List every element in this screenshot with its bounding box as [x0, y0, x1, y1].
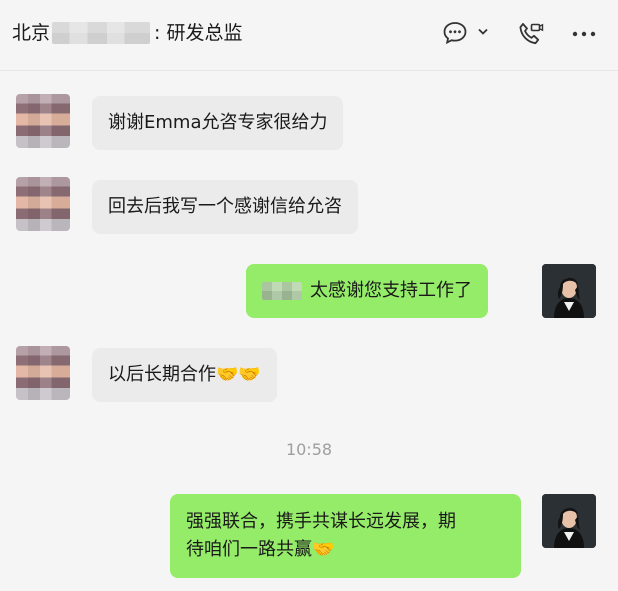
contact-avatar[interactable]: [16, 94, 70, 148]
chat-title-suffix: : 研发总监: [154, 22, 243, 44]
chat-title: 北京 : 研发总监: [12, 19, 242, 47]
contact-avatar[interactable]: [16, 346, 70, 400]
message-bubble[interactable]: 谢谢Emma允咨专家很给力: [92, 96, 344, 150]
message-bubble-self[interactable]: 太感谢您支持工作了: [246, 264, 488, 318]
self-avatar[interactable]: [542, 264, 596, 318]
message-text: 谢谢Emma允咨专家很给力: [108, 112, 328, 133]
message-timestamp: 10:58: [285, 440, 333, 459]
phone-video-icon[interactable]: [516, 20, 544, 48]
message-bubble[interactable]: 以后长期合作🤝🤝: [92, 348, 277, 402]
chat-title-prefix: 北京: [12, 22, 51, 44]
message-text: 回去后我写一个感谢信给允咨: [108, 196, 342, 217]
chevron-down-icon[interactable]: [477, 27, 489, 37]
message-bubble[interactable]: 回去后我写一个感谢信给允咨: [92, 180, 358, 234]
message-text: 太感谢您支持工作了: [310, 280, 472, 301]
portrait-icon: [542, 264, 596, 318]
redacted-name: [52, 22, 151, 44]
chat-bubble-icon[interactable]: [442, 20, 468, 46]
message-text: 以后长期合作🤝🤝: [108, 364, 261, 385]
message-text-line: 强强联合，携手共谋长远发展，期: [186, 511, 456, 532]
contact-avatar[interactable]: [16, 177, 70, 231]
message-text-line: 待咱们一路共赢🤝: [186, 539, 335, 560]
message-bubble-self[interactable]: 强强联合，携手共谋长远发展，期 待咱们一路共赢🤝: [170, 494, 521, 578]
chat-header: 北京 : 研发总监: [0, 0, 618, 71]
redacted-name: [262, 282, 302, 300]
portrait-icon: [542, 494, 596, 548]
self-avatar[interactable]: [542, 494, 596, 548]
more-icon[interactable]: [570, 22, 598, 46]
